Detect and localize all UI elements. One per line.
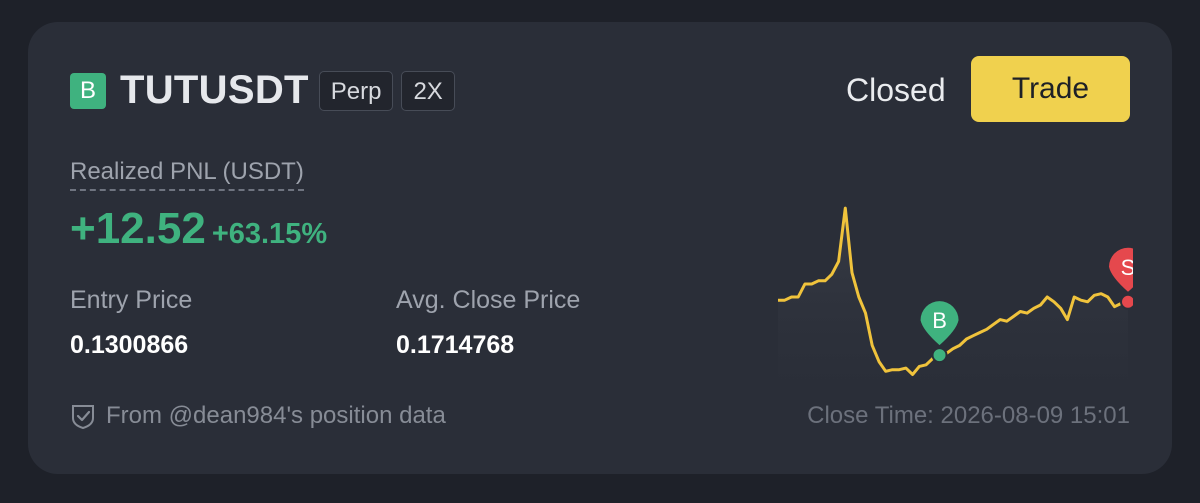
symbol-title: TUTUSDT bbox=[120, 68, 309, 112]
contract-type-tag: Perp bbox=[318, 70, 394, 111]
avg-close-price-value: 0.1714768 bbox=[396, 331, 515, 359]
avg-close-price-label: Avg. Close Price bbox=[396, 286, 581, 314]
position-header: B TUTUSDT Perp 2X bbox=[70, 68, 455, 113]
entry-price-label: Entry Price bbox=[70, 286, 193, 314]
sell-marker-label: S bbox=[1121, 255, 1133, 280]
sell-marker: S bbox=[1109, 247, 1133, 310]
pnl-row: +12.52 +63.15% bbox=[70, 204, 327, 254]
shield-check-icon bbox=[72, 405, 94, 430]
trade-button[interactable]: Trade bbox=[971, 56, 1130, 122]
buy-side-badge: B bbox=[70, 72, 106, 109]
realized-pnl-percent: +63.15% bbox=[211, 218, 328, 250]
price-chart: BS bbox=[778, 206, 1133, 402]
close-time: Close Time: 2026-08-09 15:01 bbox=[807, 402, 1130, 429]
status-label: Closed bbox=[846, 72, 946, 108]
realized-pnl-label[interactable]: Realized PNL (USDT) bbox=[70, 158, 304, 191]
leverage-tag: 2X bbox=[401, 70, 455, 111]
position-source-text: From @dean984's position data bbox=[106, 402, 446, 429]
realized-pnl-value: +12.52 bbox=[70, 204, 206, 253]
entry-price-value: 0.1300866 bbox=[70, 331, 189, 359]
position-card: B TUTUSDT Perp 2X Closed Trade Realized … bbox=[28, 22, 1172, 474]
position-source: From @dean984's position data bbox=[70, 402, 446, 430]
price-area bbox=[778, 208, 1128, 402]
buy-marker-label: B bbox=[932, 308, 947, 333]
sell-marker-dot bbox=[1120, 293, 1133, 310]
buy-marker-dot bbox=[931, 347, 948, 364]
